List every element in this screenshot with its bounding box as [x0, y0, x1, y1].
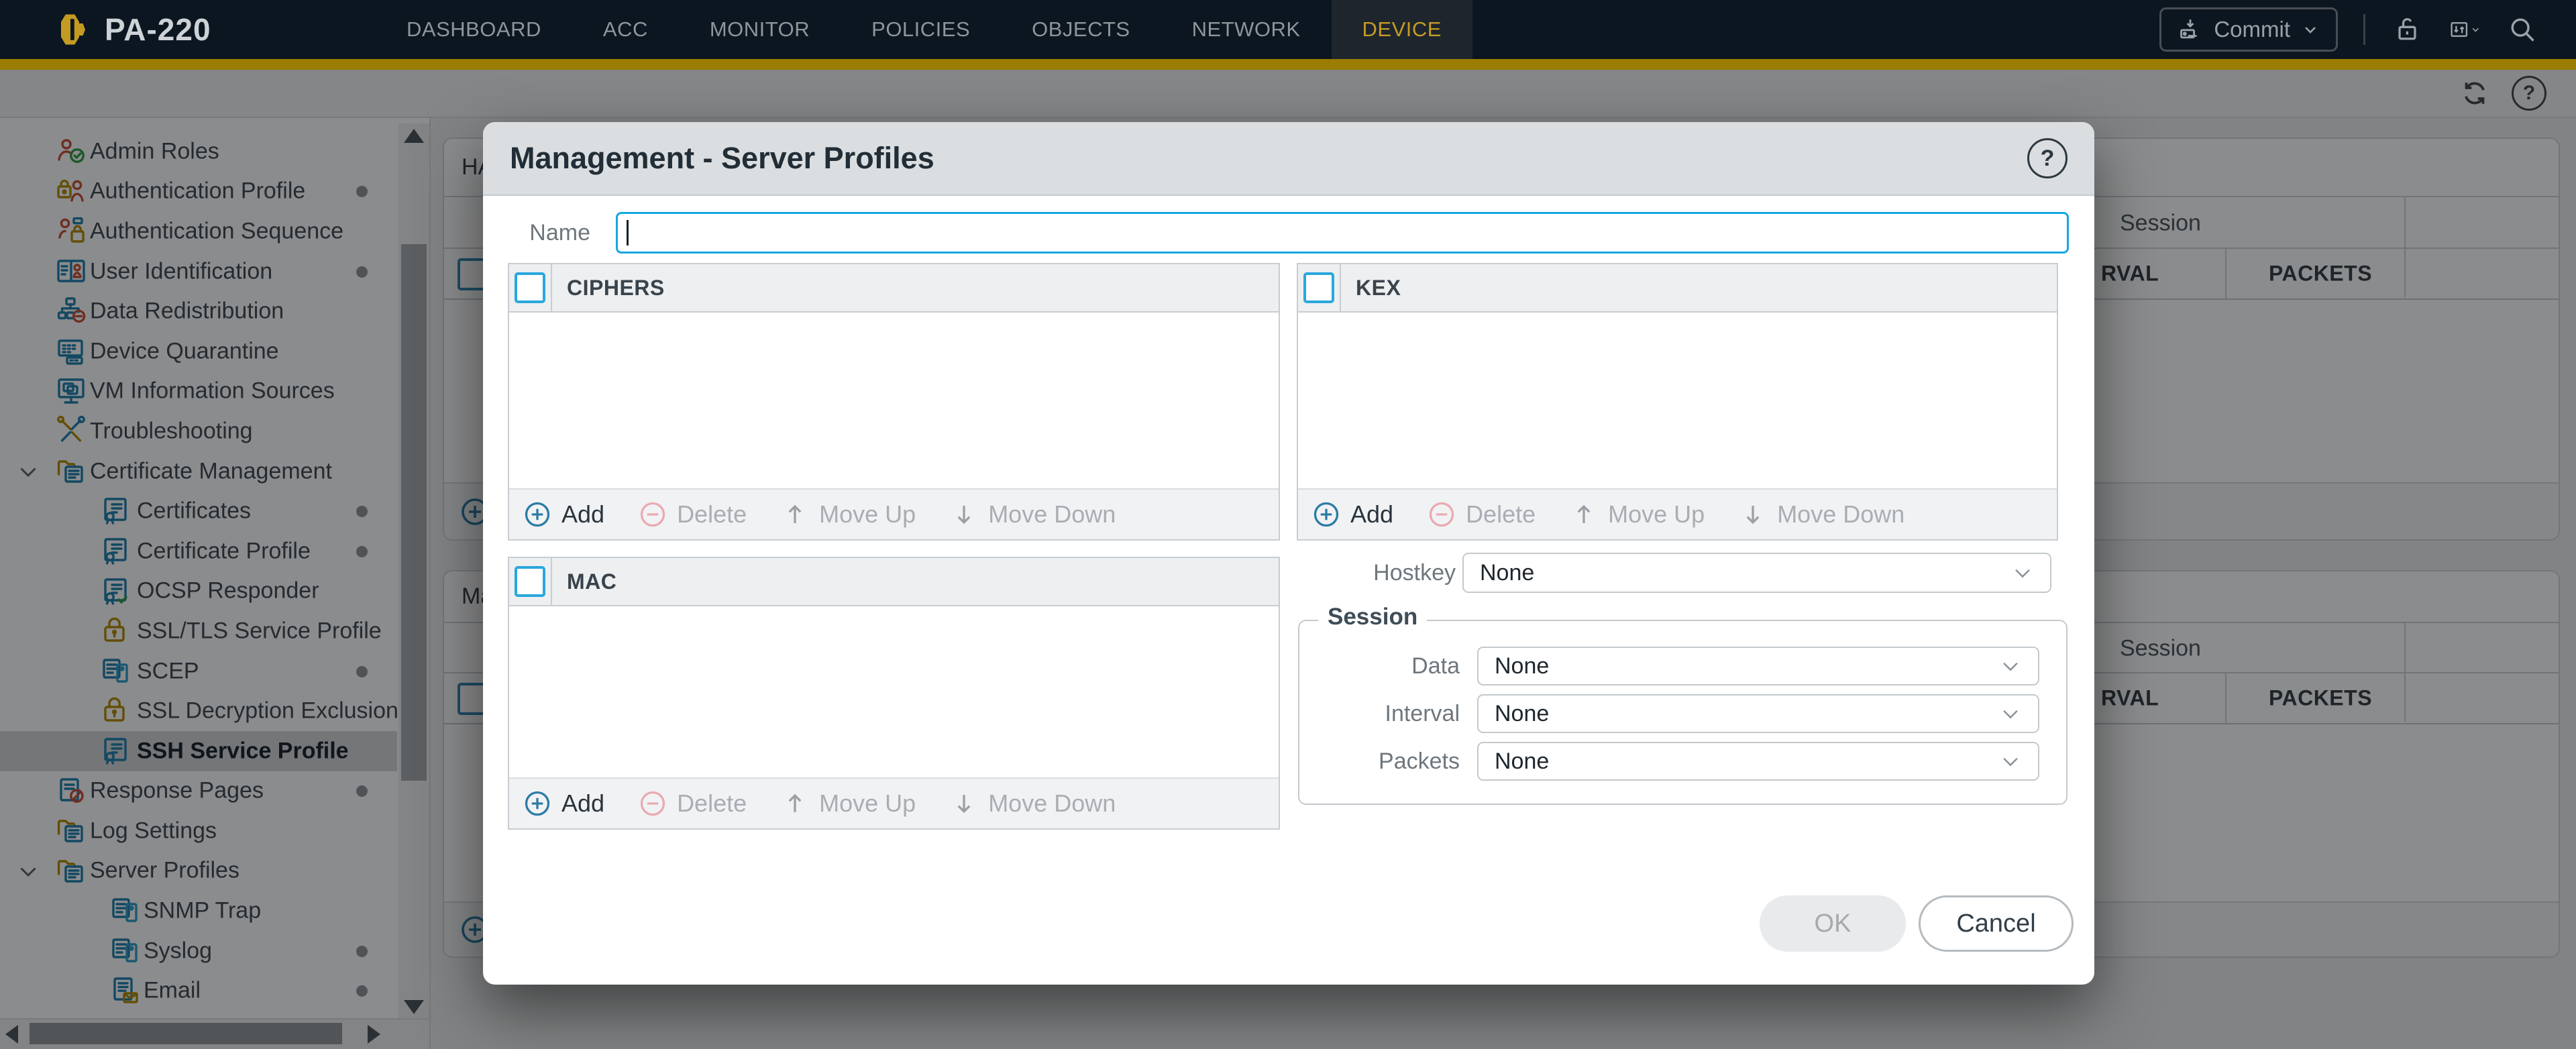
- arrow-up-icon: [780, 500, 810, 529]
- commit-button[interactable]: Commit: [2159, 7, 2338, 52]
- search-icon[interactable]: [2506, 13, 2538, 46]
- ciphers-header-row: CIPHERS: [509, 264, 1279, 313]
- add-icon: [1311, 500, 1341, 529]
- arrow-up-icon: [780, 789, 810, 818]
- nav-tab-policies[interactable]: POLICIES: [841, 0, 1001, 59]
- interval-label: Interval: [1326, 694, 1460, 733]
- kex-header: KEX: [1356, 276, 1401, 300]
- text-caret: [627, 220, 629, 245]
- arrow-down-icon: [949, 789, 979, 818]
- delete-button[interactable]: Delete: [638, 789, 747, 818]
- device-name: PA-220: [105, 11, 211, 48]
- mac-list-body[interactable]: [509, 606, 1279, 777]
- session-legend: Session: [1318, 604, 1427, 630]
- ok-button[interactable]: OK: [1760, 895, 1906, 952]
- server-profiles-dialog: Management - Server Profiles Name CIPHER…: [483, 122, 2094, 985]
- main-nav: DASHBOARD ACC MONITOR POLICIES OBJECTS N…: [376, 0, 1472, 59]
- dialog-header: Management - Server Profiles: [483, 122, 2094, 196]
- mac-select-all-checkbox[interactable]: [515, 566, 545, 597]
- nav-tab-monitor[interactable]: MONITOR: [679, 0, 841, 59]
- move-up-button[interactable]: Move Up: [1569, 500, 1705, 529]
- nav-tab-dashboard[interactable]: DASHBOARD: [376, 0, 572, 59]
- commit-icon: [2178, 17, 2203, 42]
- chevron-down-icon: [2470, 21, 2481, 38]
- chevron-down-icon: [2011, 561, 2034, 584]
- unlock-icon[interactable]: [2391, 13, 2423, 46]
- ciphers-select-all-checkbox[interactable]: [515, 272, 545, 303]
- nav-tab-device[interactable]: DEVICE: [1332, 0, 1472, 59]
- arrow-down-icon: [949, 500, 979, 529]
- delete-icon: [638, 500, 667, 529]
- kex-list-body[interactable]: [1298, 313, 2057, 488]
- nav-tab-objects[interactable]: OBJECTS: [1001, 0, 1161, 59]
- panw-logo-icon: [55, 11, 91, 48]
- add-icon: [523, 500, 552, 529]
- name-input[interactable]: [629, 215, 2053, 250]
- mac-list: MAC Add Delete Move Up Move Down: [508, 557, 1280, 830]
- header-actions: Commit: [2159, 0, 2576, 59]
- nav-tab-acc[interactable]: ACC: [572, 0, 679, 59]
- move-down-button[interactable]: Move Down: [1738, 500, 1904, 529]
- kex-select-all-checkbox[interactable]: [1303, 272, 1334, 303]
- config-audit-icon[interactable]: [2449, 13, 2481, 46]
- dialog-title: Management - Server Profiles: [510, 141, 934, 176]
- cancel-button[interactable]: Cancel: [1919, 895, 2074, 952]
- delete-icon: [638, 789, 667, 818]
- top-header: PA-220 DASHBOARD ACC MONITOR POLICIES OB…: [0, 0, 2576, 59]
- add-button[interactable]: Add: [523, 789, 604, 818]
- name-input-wrapper: [616, 212, 2069, 254]
- delete-button[interactable]: Delete: [1427, 500, 1536, 529]
- mac-toolbar: Add Delete Move Up Move Down: [509, 777, 1279, 828]
- ciphers-header: CIPHERS: [567, 276, 665, 300]
- delete-button[interactable]: Delete: [638, 500, 747, 529]
- add-button[interactable]: Add: [523, 500, 604, 529]
- packets-label: Packets: [1326, 742, 1460, 781]
- chevron-down-icon: [1999, 750, 2022, 773]
- delete-icon: [1427, 500, 1456, 529]
- hostkey-label: Hostkey: [1322, 553, 1456, 592]
- brand-logo: PA-220: [0, 0, 376, 59]
- move-down-button[interactable]: Move Down: [949, 789, 1116, 818]
- arrow-up-icon: [1569, 500, 1599, 529]
- ciphers-list: CIPHERS Add Delete Move Up Move Down: [508, 263, 1280, 541]
- accent-stripe: [0, 59, 2576, 70]
- add-button[interactable]: Add: [1311, 500, 1393, 529]
- move-up-button[interactable]: Move Up: [780, 500, 916, 529]
- packets-select[interactable]: None: [1477, 742, 2039, 781]
- help-icon[interactable]: [2027, 138, 2068, 178]
- chevron-down-icon: [2301, 20, 2320, 39]
- interval-select[interactable]: None: [1477, 694, 2039, 733]
- mac-header: MAC: [567, 569, 616, 594]
- ciphers-list-body[interactable]: [509, 313, 1279, 488]
- arrow-down-icon: [1738, 500, 1768, 529]
- ciphers-toolbar: Add Delete Move Up Move Down: [509, 488, 1279, 539]
- nav-tab-network[interactable]: NETWORK: [1161, 0, 1332, 59]
- chevron-down-icon: [1999, 702, 2022, 725]
- mac-header-row: MAC: [509, 558, 1279, 606]
- kex-list: KEX Add Delete Move Up Move Down: [1297, 263, 2058, 541]
- move-down-button[interactable]: Move Down: [949, 500, 1116, 529]
- header-divider: [2363, 14, 2365, 45]
- name-label: Name: [510, 212, 590, 254]
- kex-header-row: KEX: [1298, 264, 2057, 313]
- add-icon: [523, 789, 552, 818]
- move-up-button[interactable]: Move Up: [780, 789, 916, 818]
- kex-toolbar: Add Delete Move Up Move Down: [1298, 488, 2057, 539]
- data-label: Data: [1326, 647, 1460, 685]
- data-select[interactable]: None: [1477, 647, 2039, 685]
- chevron-down-icon: [1999, 655, 2022, 677]
- hostkey-select[interactable]: None: [1462, 553, 2051, 593]
